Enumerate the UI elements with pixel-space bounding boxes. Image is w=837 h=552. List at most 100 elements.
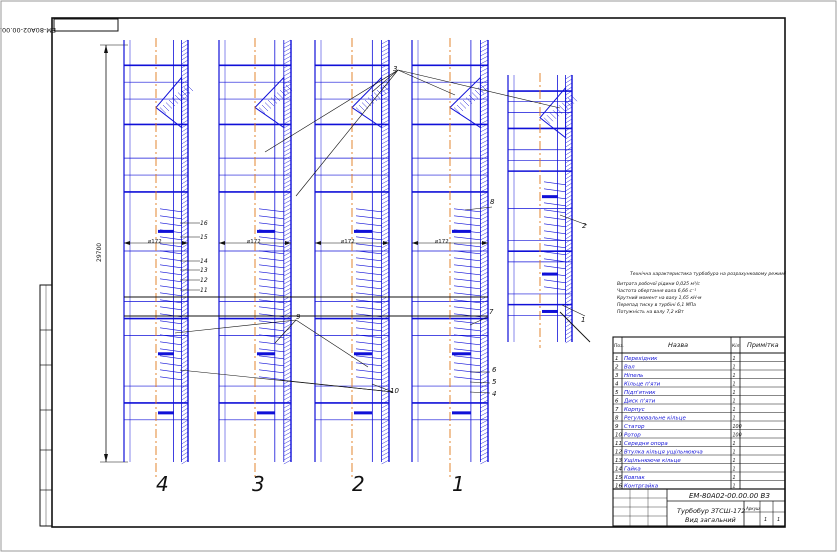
- parts-header-qty: Кіл.: [732, 343, 741, 349]
- callout-7: 7: [489, 308, 494, 316]
- parts-row-pos: 16: [615, 483, 622, 489]
- top-stamp: ЕМ-80А02-00.00.00 ВЗ: [0, 18, 119, 34]
- parts-row-qty: 1: [733, 390, 736, 396]
- callout-9: 9: [296, 313, 301, 321]
- parts-row-name: Ротор: [624, 432, 641, 438]
- parts-row-qty: 1: [733, 475, 736, 481]
- turbodrill-sections: [123, 38, 591, 478]
- parts-row-name: Ніпель: [624, 373, 643, 379]
- parts-row-pos: 11: [615, 441, 622, 447]
- parts-row-pos: 5: [615, 390, 619, 396]
- spec-notes-line-2: Частота обертання вала 6,66 с⁻¹: [617, 288, 696, 294]
- parts-table-row: 6 Диск п'яти 1: [613, 395, 785, 404]
- sheet-number: 1: [764, 517, 767, 523]
- parts-row-pos: 6: [615, 398, 619, 404]
- parts-row-name: Вал: [624, 364, 635, 370]
- view-number-3: 3: [252, 472, 265, 496]
- spec-notes-line-4: Перепад тиску в турбіні 6,1 МПа: [617, 302, 696, 308]
- title-line-1: Турбобур ЗТСШ-172: [677, 507, 745, 515]
- parts-row-pos: 10: [615, 432, 622, 438]
- parts-row-name: Перехідник: [624, 356, 658, 362]
- drawing-number: ЕМ-80А02-00.00.00 ВЗ: [689, 492, 770, 500]
- parts-row-pos: 2: [615, 364, 619, 370]
- sheet-label: Аркуш: [745, 506, 760, 511]
- section-view-3: [218, 38, 293, 478]
- diameter-label-view4: ⌀172: [148, 239, 162, 245]
- parts-row-name: Ущільнююче кільце: [624, 458, 681, 464]
- parts-row-qty: 1: [733, 407, 736, 413]
- spec-notes-line-5: Потужність на валу 7,2 кВт: [617, 309, 684, 315]
- left-margin-strip: [39, 284, 53, 527]
- section-view-4: [123, 38, 194, 478]
- parts-table-row: 14 Гайка 1: [613, 463, 785, 472]
- callout-2: 2: [582, 222, 587, 230]
- parts-row-qty: 1: [733, 415, 736, 421]
- diameter-label-view1: ⌀172: [435, 239, 449, 245]
- parts-row-qty: 1: [733, 373, 736, 379]
- diameter-label-view2: ⌀172: [341, 239, 355, 245]
- parts-table-row: 9 Статор 100: [613, 420, 785, 430]
- view-numbers: 4 3 2 1: [156, 472, 465, 496]
- parts-row-name: Корпус: [624, 407, 645, 413]
- parts-row-name: Ковпак: [624, 475, 645, 481]
- parts-row-pos: 4: [615, 381, 619, 387]
- callout-1: 1: [581, 316, 585, 324]
- parts-row-qty: 1: [733, 458, 736, 464]
- parts-row-name: Гайка: [624, 466, 641, 472]
- spec-notes: Технічна характеристика турбобура на роз…: [617, 271, 787, 315]
- parts-row-qty: 1: [733, 356, 736, 362]
- sheet-count: 1: [777, 517, 780, 523]
- view-number-1: 1: [452, 472, 465, 496]
- callout-5: 5: [492, 378, 497, 386]
- title-line-2: Вид загальний: [685, 516, 736, 524]
- parts-row-name: Втулка кільця ущільнююча: [624, 449, 703, 455]
- parts-row-pos: 9: [615, 424, 619, 430]
- parts-header-name: Назва: [668, 341, 688, 349]
- parts-row-name: Регулювальне кільце: [624, 415, 686, 421]
- parts-row-qty: 1: [733, 381, 736, 387]
- diameter-label-view3: ⌀172: [247, 239, 261, 245]
- parts-row-qty: 1: [733, 466, 736, 472]
- parts-row-qty: 1: [733, 398, 736, 404]
- parts-row-qty: 100: [733, 424, 742, 430]
- parts-row-qty: 1: [733, 449, 736, 455]
- parts-row-pos: 13: [615, 458, 622, 464]
- spec-notes-heading: Технічна характеристика турбобура на роз…: [630, 271, 787, 277]
- callout-8: 8: [490, 198, 495, 206]
- callout-10: 10: [390, 387, 399, 395]
- parts-table-row: 13 Ущільнююче кільце 1: [613, 454, 785, 464]
- parts-table: Поз. Назва Кіл. Примітка 1 Перехідник 1 2 Ва…: [612, 336, 786, 490]
- parts-table-row: 12 Втулка кільця ущільнююча 1: [613, 446, 785, 455]
- callout-16: 16: [200, 220, 208, 227]
- top-stamp-text: ЕМ-80А02-00.00.00 ВЗ: [0, 26, 56, 34]
- view-number-2: 2: [352, 472, 365, 496]
- parts-table-row: 10 Ротор 100: [613, 429, 785, 438]
- parts-table-row: 7 Корпус 1: [613, 403, 785, 413]
- view-number-4: 4: [156, 472, 169, 496]
- parts-header-note: Примітка: [747, 341, 779, 349]
- callout-4: 4: [492, 390, 496, 398]
- separator-line: [559, 311, 591, 343]
- parts-table-row: 15 Ковпак 1: [613, 471, 785, 481]
- parts-row-name: Статор: [624, 424, 645, 430]
- parts-row-qty: 1: [733, 441, 736, 447]
- callout-14: 14: [200, 258, 208, 265]
- parts-row-qty: 1: [733, 483, 736, 489]
- parts-table-row: 16 Контргайка 1: [613, 480, 785, 489]
- section-view-1: [411, 38, 489, 478]
- parts-table-row: 8 Регулювальне кільце 1: [613, 412, 785, 421]
- callout-11: 11: [200, 287, 208, 294]
- parts-row-name: Диск п'яти: [623, 398, 656, 404]
- spec-notes-line-3: Крутний момент на валу 1,65 кН·м: [617, 295, 702, 301]
- length-dimension: 29700: [96, 44, 128, 463]
- parts-row-name: Кільце п'яти: [624, 381, 661, 387]
- parts-row-pos: 3: [615, 373, 619, 379]
- section-view-2: [314, 38, 390, 478]
- callout-15: 15: [200, 234, 208, 241]
- parts-row-qty: 1: [733, 364, 736, 370]
- length-dimension-label: 29700: [96, 243, 103, 262]
- parts-header-pos: Поз.: [614, 343, 624, 349]
- parts-table-row: 3 Ніпель 1: [613, 369, 785, 379]
- parts-row-pos: 15: [615, 475, 622, 481]
- callout-3: 3: [393, 65, 397, 73]
